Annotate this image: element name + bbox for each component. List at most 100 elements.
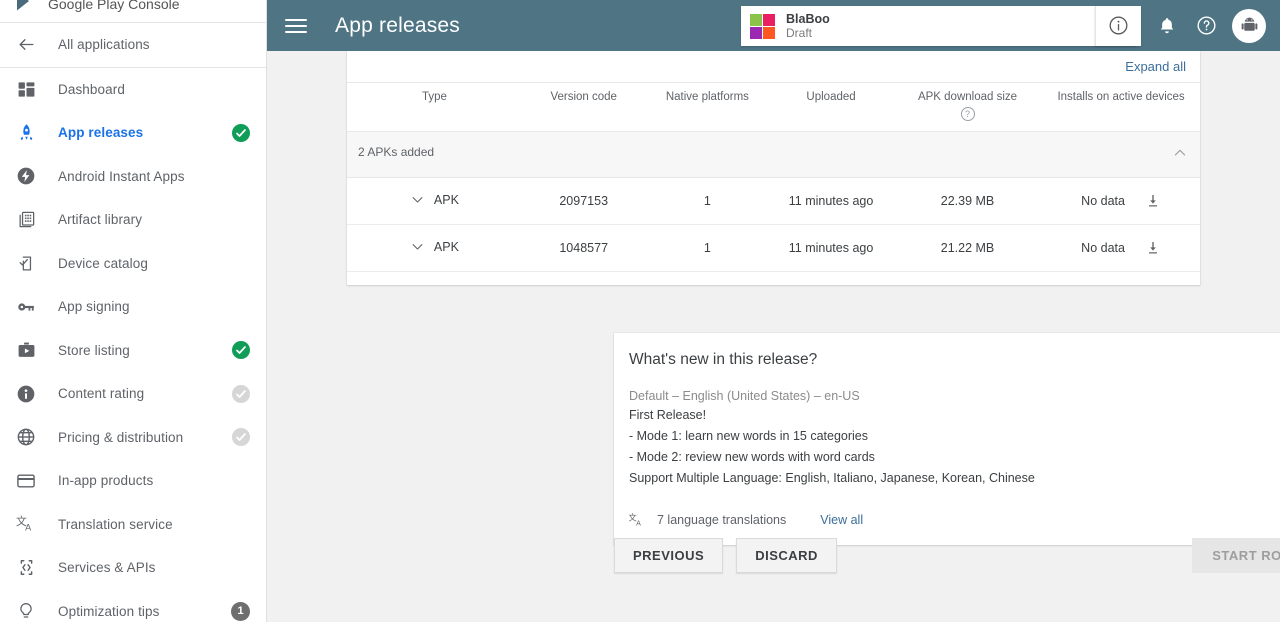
sidebar-item-artifact-library[interactable]: Artifact library [0,198,266,242]
sidebar-item-label: Store listing [58,342,130,358]
column-header-label: APK download size [917,91,1018,103]
translations-count-label: 7 language translations [657,513,787,527]
app-selector-labels: BlaBoo Draft [786,12,830,41]
whats-new-line: First Release! [629,408,707,422]
status-check-icon [232,428,250,447]
chevron-down-icon[interactable] [410,239,425,254]
chevron-down-icon[interactable] [410,192,425,207]
whats-new-line: Support Multiple Language: English, Ital… [629,471,1035,486]
scroll-area[interactable]: Expand all Type Version code Native plat… [267,51,1280,622]
apk-download-size: 22.39 MB [892,177,1043,225]
apk-uploaded: 11 minutes ago [769,224,893,272]
device-catalog-icon [13,251,39,275]
view-all-link[interactable]: View all [820,513,863,527]
apk-download-size: 21.22 MB [892,224,1043,272]
app-selector[interactable]: BlaBoo Draft [741,6,1136,46]
whats-new-language-header: Default – English (United States) – en-U… [629,389,860,403]
main-content: App releases BlaBoo Draft Expand all Typ… [267,0,1280,622]
table-row[interactable]: APK 2097153 1 11 minutes ago 22.39 MB No… [347,177,1200,225]
chevron-up-icon[interactable] [1172,145,1188,164]
apk-type-label: APK [433,239,459,254]
column-header-type: Type [347,82,522,132]
rocket-icon [13,121,39,145]
info-icon[interactable] [1095,5,1141,46]
sidebar-item-label: Android Instant Apps [58,168,185,184]
dashboard-icon [13,77,39,101]
expand-all-link[interactable]: Expand all [1125,59,1186,74]
brand-title: Google Play Console [48,0,180,12]
apk-native-platforms: 1 [645,177,770,225]
sidebar-item-all-applications[interactable]: All applications [0,23,266,67]
sidebar-item-label: Content rating [58,386,145,402]
sidebar-item-label: App signing [58,299,130,315]
card-icon [13,469,39,493]
app-status: Draft [786,26,813,41]
column-header-version-code: Version code [521,82,646,132]
sidebar-item-app-releases[interactable]: App releases [0,111,266,155]
apk-group-label: 2 APKs added [358,145,435,159]
sidebar-item-status: 1 [231,601,250,621]
sidebar-item-label: Device catalog [58,255,148,271]
previous-button[interactable]: PREVIOUS [614,538,724,573]
apk-version-code: 2097153 [521,177,646,225]
app-thumbnail-icon [750,13,775,39]
bell-icon[interactable] [1154,13,1180,39]
sidebar-item-device-catalog[interactable]: Device catalog [0,242,266,286]
discard-button[interactable]: DISCARD [736,538,837,573]
optimization-tips-badge: 1 [231,601,250,621]
arrow-left-icon [13,33,39,57]
download-icon[interactable] [1145,193,1161,209]
whats-new-card: What's new in this release? Default – En… [614,333,1280,545]
sidebar-item-translation-service[interactable]: 文 A Translation service [0,503,266,547]
expand-all-row: Expand all [347,51,1200,82]
sidebar-item-label: App releases [58,125,144,141]
apk-type-label: APK [433,192,459,207]
help-circle-icon[interactable]: ? [960,107,975,121]
sidebar-item-label: All applications [58,37,150,53]
apk-installs-cell: No data [1042,177,1200,225]
table-row[interactable]: APK 1048577 1 11 minutes ago 21.22 MB No… [347,224,1200,272]
artifact-library-icon [13,208,39,232]
sidebar-item-services-apis[interactable]: Services & APIs [0,546,266,590]
whats-new-line: - Mode 1: learn new words in 15 categori… [629,429,869,444]
globe-icon [13,425,39,449]
sidebar-item-status [232,123,250,142]
translate-icon: 文 A [13,512,39,536]
lightbulb-icon [13,599,39,622]
key-icon [13,295,39,319]
table-tail-row [347,271,1200,285]
sidebar-item-dashboard[interactable]: Dashboard [0,68,266,112]
sidebar-item-android-instant-apps[interactable]: Android Instant Apps [0,155,266,199]
svg-text:A: A [25,523,32,533]
apk-installs-cell: No data [1042,224,1200,272]
apk-uploaded: 11 minutes ago [769,177,893,225]
sidebar-item-status [232,384,250,403]
whats-new-title: What's new in this release? [629,351,818,368]
store-listing-icon [13,338,39,362]
play-console-app: Google Play Console All applications Das… [0,0,1280,622]
sidebar-item-pricing-distribution[interactable]: Pricing & distribution [0,416,266,460]
whats-new-line: - Mode 2: review new words with word car… [629,450,875,465]
download-icon[interactable] [1145,240,1161,256]
hamburger-icon[interactable] [285,13,311,39]
brand-header[interactable]: Google Play Console [0,0,266,22]
topbar: App releases BlaBoo Draft [267,0,1280,51]
column-header-installs-on-active-devices: Installs on active devices [1042,82,1200,132]
sidebar-item-store-listing[interactable]: Store listing [0,329,266,373]
sidebar-item-optimization-tips[interactable]: Optimization tips 1 [0,590,266,622]
translate-icon: 文 A [629,512,646,529]
sidebar-item-label: Pricing & distribution [58,429,184,445]
sidebar-item-content-rating[interactable]: Content rating [0,372,266,416]
help-icon[interactable] [1193,13,1219,39]
svg-text:A: A [636,519,641,527]
apk-group-row[interactable]: 2 APKs added [347,131,1200,178]
android-avatar-icon[interactable] [1232,8,1266,43]
sidebar-item-in-app-products[interactable]: In-app products [0,459,266,503]
apk-native-platforms: 1 [645,224,770,272]
column-header-uploaded: Uploaded [769,82,893,132]
sidebar-item-app-signing[interactable]: App signing [0,285,266,329]
sidebar-item-label: Translation service [58,516,173,532]
apk-list-card: Expand all Type Version code Native plat… [347,51,1200,285]
apk-version-code: 1048577 [521,224,646,272]
sidebar-item-label: Services & APIs [58,560,156,576]
